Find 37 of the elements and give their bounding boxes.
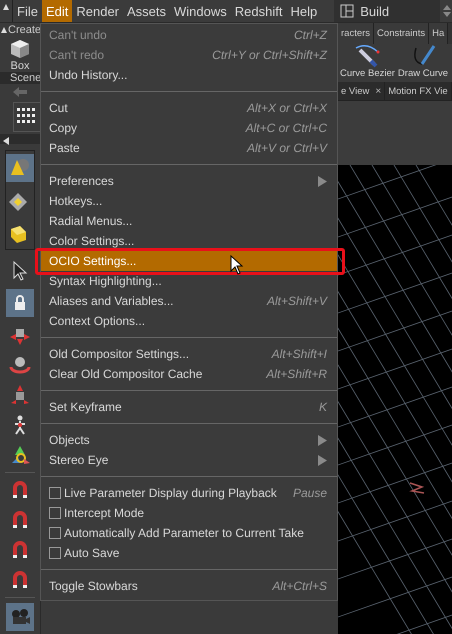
menu-item[interactable]: Auto Save — [41, 543, 337, 563]
menu-item[interactable]: Syntax Highlighting... — [41, 271, 337, 291]
menu-item[interactable]: Help — [286, 0, 322, 22]
menu-item[interactable]: Paste Alt+V or Ctrl+V — [41, 138, 337, 158]
menu-item[interactable]: Automatically Add Parameter to Current Take — [41, 523, 337, 543]
shelf-tool[interactable]: Curve Bezier — [340, 44, 395, 82]
menu-item[interactable]: Edit — [42, 0, 72, 22]
menu-item[interactable]: Old Compositor Settings... Alt+Shift+I — [41, 344, 337, 364]
shelf-tab[interactable]: Ha — [429, 23, 448, 44]
menu-item[interactable]: Color Settings... — [41, 231, 337, 251]
menu-item[interactable]: Toggle Stowbars Alt+Ctrl+S — [41, 576, 337, 596]
menu-item[interactable]: Render — [72, 0, 123, 22]
menu-item[interactable]: Clear Old Compositor Cache Alt+Shift+R — [41, 364, 337, 384]
menu-item[interactable]: Preferences — [41, 171, 337, 191]
menu-item[interactable]: Assets — [123, 0, 170, 22]
menu-item[interactable]: Undo History... — [41, 65, 337, 85]
menu-item[interactable]: Redshift — [230, 0, 286, 22]
close-button[interactable]: × — [375, 86, 382, 96]
menu-item[interactable]: Aliases and Variables... Alt+Shift+V — [41, 291, 337, 311]
menu-item[interactable]: Radial Menus... — [41, 211, 337, 231]
menu-item[interactable]: Copy Alt+C or Ctrl+C — [41, 118, 337, 138]
menu-item[interactable]: Windows — [170, 0, 231, 22]
menu-item[interactable]: Cut Alt+X or Ctrl+X — [41, 98, 337, 118]
menu-item[interactable]: Live Parameter Display during Playback Pause — [41, 483, 337, 503]
shelf-tab[interactable]: Constraints — [374, 23, 430, 44]
menu-item[interactable]: Objects — [41, 430, 337, 450]
menu-item[interactable]: Set Keyframe K — [41, 397, 337, 417]
menu-item[interactable]: Context Options... — [41, 311, 337, 331]
workspace-selector[interactable]: Build — [334, 0, 440, 22]
menu-item[interactable]: Hotkeys... — [41, 191, 337, 211]
shelf-tool[interactable]: Box — [9, 38, 31, 72]
shelf-tab[interactable]: Create — [8, 24, 42, 36]
menu-item[interactable]: File — [13, 0, 42, 22]
menu-item[interactable]: Stereo Eye — [41, 450, 337, 470]
shelf-tool[interactable]: Draw Curve — [398, 44, 448, 82]
shelf-tab[interactable]: racters — [338, 23, 374, 44]
menu-item[interactable]: Intercept Mode — [41, 503, 337, 523]
